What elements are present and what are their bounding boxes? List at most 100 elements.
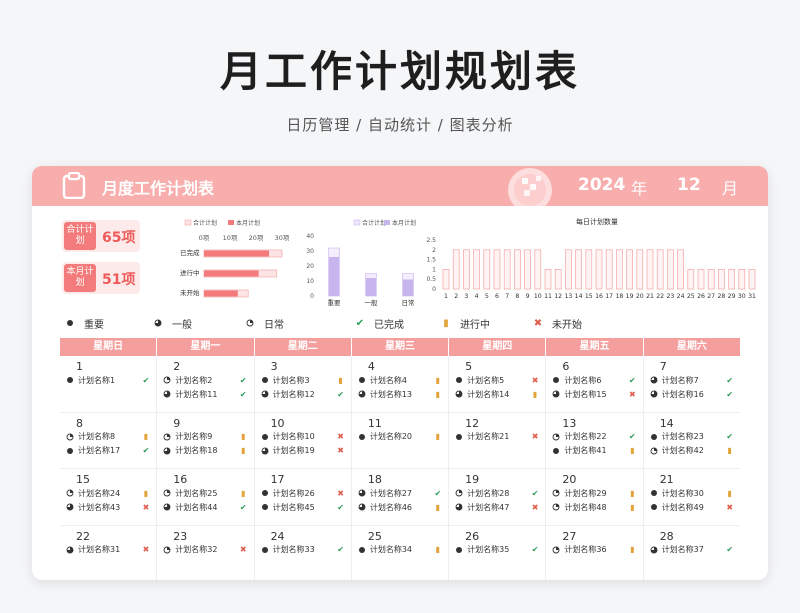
task-name: 计划名称41 — [564, 446, 607, 455]
calendar-day[interactable]: 13 计划名称22 ✔ 计划名称41 ▮ — [546, 412, 644, 468]
task-item[interactable]: 计划名称43 ✖ — [65, 501, 151, 513]
calendar-day[interactable]: 21 计划名称30 ▮ 计划名称49 ✖ — [644, 469, 740, 525]
x-tick-label: 22 — [656, 293, 664, 300]
x-tick-label: 26 — [697, 293, 705, 300]
calendar-day[interactable]: 4 计划名称4 ▮ 计划名称13 ▮ — [352, 356, 450, 412]
calendar-day[interactable]: 16 计划名称25 ▮ 计划名称44 ✔ — [157, 469, 255, 525]
task-item[interactable]: 计划名称2 ✔ — [162, 374, 248, 386]
task-item[interactable]: 计划名称30 ▮ — [649, 487, 735, 499]
calendar-day[interactable]: 9 计划名称9 ▮ 计划名称18 ▮ — [157, 412, 255, 468]
task-item[interactable]: 计划名称3 ▮ — [260, 374, 346, 386]
task-item[interactable]: 计划名称26 ✖ — [260, 487, 346, 499]
task-item[interactable]: 计划名称42 ▮ — [649, 445, 735, 457]
task-item[interactable]: 计划名称37 ✔ — [649, 544, 735, 556]
calendar-day[interactable]: 12 计划名称21 ✖ — [449, 412, 547, 468]
task-item[interactable]: 计划名称33 ✔ — [260, 544, 346, 556]
task-item[interactable]: 计划名称9 ▮ — [162, 431, 248, 443]
normal-pie-icon — [357, 488, 367, 498]
task-item[interactable]: 计划名称10 ✖ — [260, 431, 346, 443]
task-item[interactable]: 计划名称35 ✔ — [454, 544, 540, 556]
in-progress-icon: ▮ — [241, 432, 246, 441]
task-item[interactable]: 计划名称7 ✔ — [649, 374, 735, 386]
calendar-day[interactable]: 27 计划名称36 ▮ — [546, 525, 644, 580]
task-item[interactable]: 计划名称23 ✔ — [649, 431, 735, 443]
important-dot-icon — [454, 375, 464, 385]
calendar-day[interactable]: 2 计划名称2 ✔ 计划名称11 ✔ — [157, 356, 255, 412]
calendar-day[interactable]: 1 计划名称1 ✔ — [60, 356, 158, 412]
calendar-day[interactable]: 28 计划名称37 ✔ — [644, 526, 740, 581]
calendar-day[interactable]: 19 计划名称28 ✔ 计划名称47 ✖ — [449, 469, 547, 525]
year-value[interactable]: 2024 — [578, 175, 625, 195]
calendar-day[interactable]: 18 计划名称27 ✔ 计划名称46 ▮ — [352, 469, 450, 525]
task-item[interactable]: 计划名称34 ▮ — [357, 544, 443, 556]
task-item[interactable]: 计划名称49 ✖ — [649, 501, 735, 513]
calendar-day[interactable]: 8 计划名称8 ▮ 计划名称17 ✔ — [60, 412, 158, 468]
task-item[interactable]: 计划名称21 ✖ — [454, 431, 540, 443]
done-check-icon: ✔ — [531, 488, 539, 498]
page-title: 月工作计划规划表 — [219, 47, 580, 96]
calendar-day[interactable]: 15 计划名称24 ▮ 计划名称43 ✖ — [60, 469, 158, 525]
normal-pie-icon — [357, 389, 367, 399]
task-name: 计划名称21 — [467, 432, 510, 441]
task-item[interactable]: 计划名称29 ▮ — [551, 487, 637, 499]
task-item[interactable]: 计划名称8 ▮ — [65, 431, 151, 443]
bar-daily-count — [667, 249, 674, 290]
x-tick-label: 20 — [636, 293, 644, 300]
calendar-day[interactable]: 17 计划名称26 ✖ 计划名称45 ✔ — [255, 469, 352, 525]
task-item[interactable]: 计划名称24 ▮ — [65, 487, 151, 499]
calendar-day[interactable]: 14 计划名称23 ✔ 计划名称42 ▮ — [644, 413, 740, 469]
task-item[interactable]: 计划名称12 ✔ — [260, 388, 346, 400]
task-item[interactable]: 计划名称25 ▮ — [162, 487, 248, 499]
calendar-day[interactable]: 11 计划名称20 ▮ — [352, 412, 450, 468]
task-item[interactable]: 计划名称47 ✖ — [454, 501, 540, 513]
calendar-day[interactable]: 23 计划名称32 ✖ — [157, 525, 255, 580]
task-item[interactable]: 计划名称16 ✔ — [649, 388, 735, 400]
calendar-day[interactable]: 25 计划名称34 ▮ — [352, 525, 450, 580]
task-item[interactable]: 计划名称1 ✔ — [65, 374, 151, 386]
task-item[interactable]: 计划名称13 ▮ — [357, 388, 443, 400]
important-dot-icon — [260, 502, 270, 512]
task-name: 计划名称23 — [661, 432, 704, 441]
task-item[interactable]: 计划名称17 ✔ — [65, 445, 151, 457]
task-item[interactable]: 计划名称46 ▮ — [357, 501, 443, 513]
task-item[interactable]: 计划名称15 ✖ — [551, 388, 637, 400]
task-item[interactable]: 计划名称20 ▮ — [357, 431, 443, 443]
task-item[interactable]: 计划名称22 ✔ — [551, 431, 637, 443]
calendar-day[interactable]: 10 计划名称10 ✖ 计划名称19 ✖ — [255, 412, 352, 468]
daily-pie-icon — [162, 545, 172, 555]
calendar-day[interactable]: 24 计划名称33 ✔ — [255, 525, 352, 580]
task-item[interactable]: 计划名称48 ▮ — [551, 501, 637, 513]
done-check-icon: ✔ — [629, 375, 636, 385]
task-item[interactable]: 计划名称27 ✔ — [357, 487, 443, 499]
calendar-day[interactable]: 20 计划名称29 ▮ 计划名称48 ▮ — [546, 469, 644, 525]
task-item[interactable]: 计划名称5 ✖ — [454, 374, 540, 386]
important-dot-icon — [649, 432, 659, 442]
calendar-day[interactable]: 26 计划名称35 ✔ — [449, 525, 547, 580]
month-value[interactable]: 12 — [677, 175, 701, 195]
task-item[interactable]: 计划名称28 ✔ — [454, 487, 540, 499]
calendar-day[interactable]: 3 计划名称3 ▮ 计划名称12 ✔ — [255, 356, 352, 412]
task-item[interactable]: 计划名称36 ▮ — [551, 544, 637, 556]
task-item[interactable]: 计划名称31 ✖ — [65, 544, 151, 556]
task-item[interactable]: 计划名称4 ▮ — [357, 374, 443, 386]
calendar-day[interactable]: 5 计划名称5 ✖ 计划名称14 ▮ — [449, 356, 547, 412]
daily-pie-icon — [551, 432, 561, 442]
task-item[interactable]: 计划名称6 ✔ — [551, 374, 637, 386]
legend-label: 进行中 — [460, 320, 490, 331]
task-item[interactable]: 计划名称44 ✔ — [162, 501, 248, 513]
legend-item-notstart: ✖ 未开始 — [532, 316, 582, 332]
task-item[interactable]: 计划名称19 ✖ — [260, 445, 346, 457]
important-dot-icon — [65, 375, 75, 385]
task-item[interactable]: 计划名称45 ✔ — [260, 501, 346, 513]
task-item[interactable]: 计划名称14 ▮ — [454, 388, 540, 400]
task-item[interactable]: 计划名称32 ✖ — [162, 544, 248, 556]
task-item[interactable]: 计划名称41 ▮ — [551, 445, 637, 457]
calendar-day[interactable]: 7 计划名称7 ✔ 计划名称16 ✔ — [644, 356, 740, 412]
task-item[interactable]: 计划名称11 ✔ — [162, 388, 248, 400]
normal-pie-icon — [65, 545, 75, 555]
task-item[interactable]: 计划名称18 ▮ — [162, 445, 248, 457]
task-name: 计划名称22 — [564, 432, 607, 441]
legend-label-total: 合计计划 — [362, 219, 386, 227]
calendar-day[interactable]: 6 计划名称6 ✔ 计划名称15 ✖ — [546, 356, 644, 412]
calendar-day[interactable]: 22 计划名称31 ✖ — [60, 525, 158, 580]
